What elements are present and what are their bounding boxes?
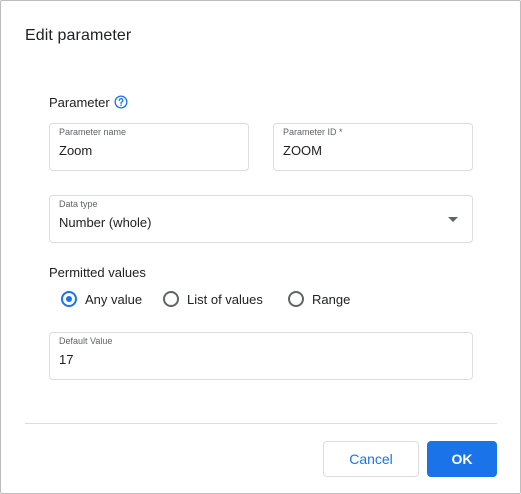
parameter-name-input[interactable] — [59, 143, 237, 158]
parameter-id-field[interactable]: Parameter ID * — [273, 123, 473, 171]
data-type-value: Number (whole) — [59, 215, 152, 230]
permitted-values-label: Permitted values — [49, 265, 146, 280]
default-value-input[interactable] — [59, 352, 461, 367]
radio-range-label: Range — [312, 291, 351, 307]
dialog-title: Edit parameter — [25, 27, 132, 44]
parameter-id-input[interactable] — [283, 143, 461, 158]
parameter-section-label: Parameter — [49, 95, 110, 110]
radio-unchecked-icon[interactable] — [163, 291, 179, 307]
data-type-select[interactable]: Data type Number (whole) — [49, 195, 473, 243]
radio-checked-icon[interactable] — [61, 291, 77, 307]
help-icon[interactable] — [114, 95, 128, 109]
edit-parameter-dialog: Edit parameter Parameter Parameter name … — [0, 0, 521, 494]
cancel-button[interactable]: Cancel — [323, 441, 419, 477]
parameter-id-label: Parameter ID * — [283, 127, 343, 137]
radio-unchecked-icon[interactable] — [288, 291, 304, 307]
default-value-label: Default Value — [59, 336, 113, 346]
radio-list-of-values-label: List of values — [187, 291, 263, 307]
dropdown-arrow-icon[interactable] — [448, 217, 458, 222]
default-value-field[interactable]: Default Value — [49, 332, 473, 380]
footer-divider — [25, 423, 497, 424]
radio-any-value-label: Any value — [85, 291, 143, 307]
data-type-label: Data type — [59, 199, 98, 209]
radio-range[interactable]: Range — [288, 289, 350, 309]
radio-list-of-values[interactable]: List of values — [163, 289, 263, 309]
parameter-name-field[interactable]: Parameter name — [49, 123, 249, 171]
radio-any-value[interactable]: Any value — [61, 289, 142, 309]
ok-button[interactable]: OK — [427, 441, 497, 477]
parameter-name-label: Parameter name — [59, 127, 127, 137]
